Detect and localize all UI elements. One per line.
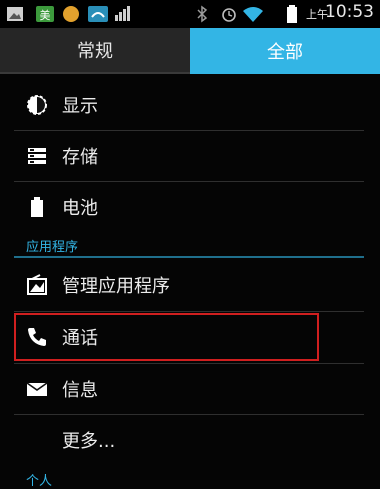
- settings-item-label: 电池: [62, 198, 98, 219]
- section-header-apps: 应用程序: [26, 240, 79, 255]
- status-time: 10:53: [325, 2, 374, 22]
- settings-item-label: 信息: [62, 380, 98, 401]
- svg-text:美: 美: [40, 9, 51, 22]
- signal-strength-icon: [115, 6, 130, 21]
- settings-item-label: 更多...: [62, 431, 116, 452]
- battery-icon: [287, 5, 297, 23]
- tab-general[interactable]: 常规: [0, 28, 190, 74]
- weather-icon: [88, 6, 108, 22]
- tab-all[interactable]: 全部: [190, 28, 380, 74]
- storage-icon: [26, 145, 48, 167]
- status-bar: 美 上午 10:53: [0, 0, 380, 28]
- settings-item-display[interactable]: 显示: [14, 80, 364, 130]
- picture-notification-icon: [7, 7, 23, 21]
- settings-item-more[interactable]: 更多...: [14, 415, 364, 465]
- message-icon: [26, 378, 48, 400]
- tab-bar: 常规 全部: [0, 28, 380, 74]
- app-notification-icon: 美: [36, 6, 54, 22]
- manage-apps-icon: [26, 274, 48, 296]
- wifi-icon: [243, 7, 263, 22]
- highlight-box: [14, 313, 319, 361]
- alarm-icon: [222, 8, 236, 22]
- settings-item-storage[interactable]: 存储: [14, 131, 364, 181]
- section-divider: [14, 256, 364, 258]
- settings-item-battery[interactable]: 电池: [14, 182, 364, 232]
- battery-icon: [26, 196, 48, 218]
- settings-item-label: 存储: [62, 147, 98, 168]
- settings-item-messages[interactable]: 信息: [14, 364, 364, 414]
- bluetooth-icon: [197, 5, 208, 23]
- settings-item-label: 显示: [62, 96, 98, 117]
- brightness-icon: [26, 94, 48, 116]
- orange-app-icon: [63, 6, 79, 22]
- settings-item-manage-apps[interactable]: 管理应用程序: [14, 260, 364, 310]
- settings-item-label: 管理应用程序: [62, 276, 170, 297]
